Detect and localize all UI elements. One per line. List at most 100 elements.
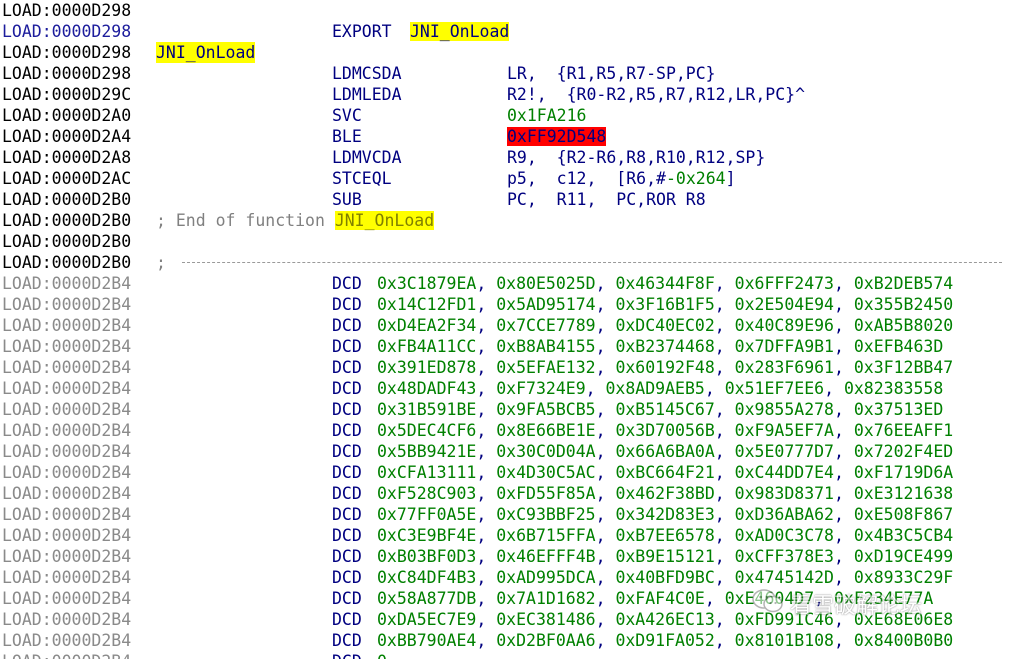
dword-value[interactable]: 0x48DADF43 <box>377 379 476 398</box>
row-address[interactable]: LOAD:0000D2B4 <box>2 357 131 378</box>
dword-value[interactable]: 0x283F6961 <box>735 358 834 377</box>
dcd-directive[interactable]: DCD <box>332 357 362 378</box>
instruction-operands[interactable]: R2!, {R0-R2,R5,R7,R12,LR,PC}^ <box>507 84 805 105</box>
dword-value[interactable]: 0x5AD95174 <box>496 295 595 314</box>
dword-value[interactable]: 0x2E504E94 <box>735 295 834 314</box>
dword-value[interactable]: 0x5E0777D7 <box>735 442 834 461</box>
row-address[interactable]: LOAD:0000D298 <box>2 21 131 42</box>
dword-value[interactable]: 0x3C1879EA <box>377 274 476 293</box>
dword-value[interactable]: 0xC3E9BF4E <box>377 526 476 545</box>
dword-value[interactable]: 0x4D30C5AC <box>496 463 595 482</box>
dword-value[interactable]: 0x46344F8F <box>615 274 714 293</box>
dword-value[interactable]: 0xB9E15121 <box>615 547 714 566</box>
dword-value[interactable]: 0xF9A5EF7A <box>735 421 834 440</box>
dword-value[interactable]: 0x342D83E3 <box>615 505 714 524</box>
dword-value[interactable]: 0x7202F4ED <box>854 442 953 461</box>
dword-value[interactable]: 0xFB4A11CC <box>377 337 476 356</box>
dword-value[interactable]: 0xC93BBF25 <box>496 505 595 524</box>
row-address[interactable]: LOAD:0000D2B4 <box>2 399 131 420</box>
row-address[interactable]: LOAD:0000D298 <box>2 42 131 63</box>
row-address[interactable]: LOAD:0000D298 <box>2 63 131 84</box>
dword-value[interactable]: 0x40BFD9BC <box>615 568 714 587</box>
dcd-directive[interactable]: DCD <box>332 315 362 336</box>
instruction-mnemonic[interactable]: LDMLEDA <box>332 84 402 105</box>
instruction-mnemonic[interactable]: LDMVCDA <box>332 147 402 168</box>
dcd-directive[interactable]: DCD <box>332 588 362 609</box>
dword-value[interactable]: 0xBB790AE4 <box>377 631 476 650</box>
dword-value[interactable]: 0xC44DD7E4 <box>735 463 834 482</box>
dword-value[interactable]: 0xB5145C67 <box>615 400 714 419</box>
dword-value[interactable]: 0xE68E06E8 <box>854 610 953 629</box>
instruction-operands[interactable]: R9, {R2-R6,R8,R10,R12,SP} <box>507 147 765 168</box>
dword-value[interactable]: 0x8400B0B0 <box>854 631 953 650</box>
row-address[interactable]: LOAD:0000D2B0 <box>2 231 131 252</box>
dword-value[interactable]: 0x3D70056B <box>615 421 714 440</box>
dword-value[interactable]: 0 <box>377 652 387 659</box>
instruction-operands[interactable]: JNI_OnLoad <box>410 21 510 42</box>
highlighted-symbol[interactable]: JNI_OnLoad <box>334 211 435 230</box>
row-address[interactable]: LOAD:0000D2A0 <box>2 105 131 126</box>
dcd-directive[interactable]: DCD <box>332 504 362 525</box>
dcd-directive[interactable]: DCD <box>332 399 362 420</box>
dword-value[interactable]: 0xF528C903 <box>377 484 476 503</box>
dcd-directive[interactable]: DCD <box>332 630 362 651</box>
dword-value[interactable]: 0x40C89E96 <box>735 316 834 335</box>
dword-value[interactable]: 0x983D8371 <box>735 484 834 503</box>
dword-value[interactable]: 0xD36ABA62 <box>735 505 834 524</box>
row-address[interactable]: LOAD:0000D2B4 <box>2 651 131 659</box>
dword-value[interactable]: 0xDC40EC02 <box>615 316 714 335</box>
dword-value[interactable]: 0x462F38BD <box>615 484 714 503</box>
row-address[interactable]: LOAD:0000D2B4 <box>2 420 131 441</box>
dword-value[interactable]: 0x8933C29F <box>854 568 953 587</box>
dword-value[interactable]: 0xB7EE6578 <box>615 526 714 545</box>
row-address[interactable]: LOAD:0000D2B4 <box>2 273 131 294</box>
dword-value[interactable]: 0x46EFFF4B <box>496 547 595 566</box>
row-address[interactable]: LOAD:0000D2B4 <box>2 609 131 630</box>
dword-value[interactable]: 0x37513ED <box>854 400 943 419</box>
dword-value[interactable]: 0x30C0D04A <box>496 442 595 461</box>
row-address[interactable]: LOAD:0000D2B4 <box>2 462 131 483</box>
dword-value[interactable]: 0xF1719D6A <box>854 463 953 482</box>
dword-value[interactable]: 0xAD0C3C78 <box>735 526 834 545</box>
dword-value[interactable]: 0x7DFFA9B1 <box>735 337 834 356</box>
dword-value[interactable]: 0x76EEAFF1 <box>854 421 953 440</box>
dword-value[interactable]: 0xAB5B8020 <box>854 316 953 335</box>
instruction-operands[interactable]: 0xFF92D548 <box>507 126 607 147</box>
disassembly-listing[interactable]: LOAD:0000D298 LOAD:0000D298 EXPORT JNI_OnLo… <box>2 0 1025 659</box>
instruction-mnemonic[interactable]: SVC <box>332 105 362 126</box>
dword-value[interactable]: 0x31B591BE <box>377 400 476 419</box>
row-address[interactable]: LOAD:0000D2B4 <box>2 546 131 567</box>
row-address[interactable]: LOAD:0000D2B4 <box>2 588 131 609</box>
dcd-directive[interactable]: DCD <box>332 609 362 630</box>
row-address[interactable]: LOAD:0000D2B4 <box>2 567 131 588</box>
dword-value[interactable]: 0xE508F867 <box>854 505 953 524</box>
instruction-operands[interactable]: LR, {R1,R5,R7-SP,PC} <box>507 63 716 84</box>
dword-value[interactable]: 0xFD991C46 <box>735 610 834 629</box>
dword-value[interactable]: 0xE4604D7 <box>725 589 814 608</box>
row-address[interactable]: LOAD:0000D2B0 <box>2 210 131 231</box>
dcd-directive[interactable]: DCD <box>332 294 362 315</box>
dword-value[interactable]: 0xF7324E9 <box>496 379 585 398</box>
dword-value[interactable]: 0x51EF7EE6 <box>725 379 824 398</box>
dword-value[interactable]: 0x5DEC4CF6 <box>377 421 476 440</box>
dword-value[interactable]: 0x9855A278 <box>735 400 834 419</box>
dcd-directive[interactable]: DCD <box>332 525 362 546</box>
instruction-operands[interactable]: p5, c12, [R6,#-0x264] <box>507 168 736 189</box>
row-address[interactable]: LOAD:0000D2B0 <box>2 252 131 273</box>
row-address[interactable]: LOAD:0000D2A8 <box>2 147 131 168</box>
instruction-operands[interactable]: PC, R11, PC,ROR R8 <box>507 189 706 210</box>
instruction-operands[interactable]: 0x1FA216 <box>507 105 586 126</box>
dword-value[interactable]: 0xCFF378E3 <box>735 547 834 566</box>
dcd-directive[interactable]: DCD <box>332 651 362 659</box>
row-address[interactable]: LOAD:0000D2B4 <box>2 525 131 546</box>
dcd-directive[interactable]: DCD <box>332 567 362 588</box>
dword-value[interactable]: 0x60192F48 <box>615 358 714 377</box>
dword-value[interactable]: 0xB2374468 <box>615 337 714 356</box>
dword-value[interactable]: 0x8AD9AEB5 <box>606 379 705 398</box>
dcd-directive[interactable]: DCD <box>332 273 362 294</box>
instruction-mnemonic[interactable]: BLE <box>332 126 362 147</box>
row-address[interactable]: LOAD:0000D2B4 <box>2 630 131 651</box>
row-address[interactable]: LOAD:0000D2A4 <box>2 126 131 147</box>
dword-value[interactable]: 0x7CCE7789 <box>496 316 595 335</box>
dword-value[interactable]: 0x5EFAE132 <box>496 358 595 377</box>
